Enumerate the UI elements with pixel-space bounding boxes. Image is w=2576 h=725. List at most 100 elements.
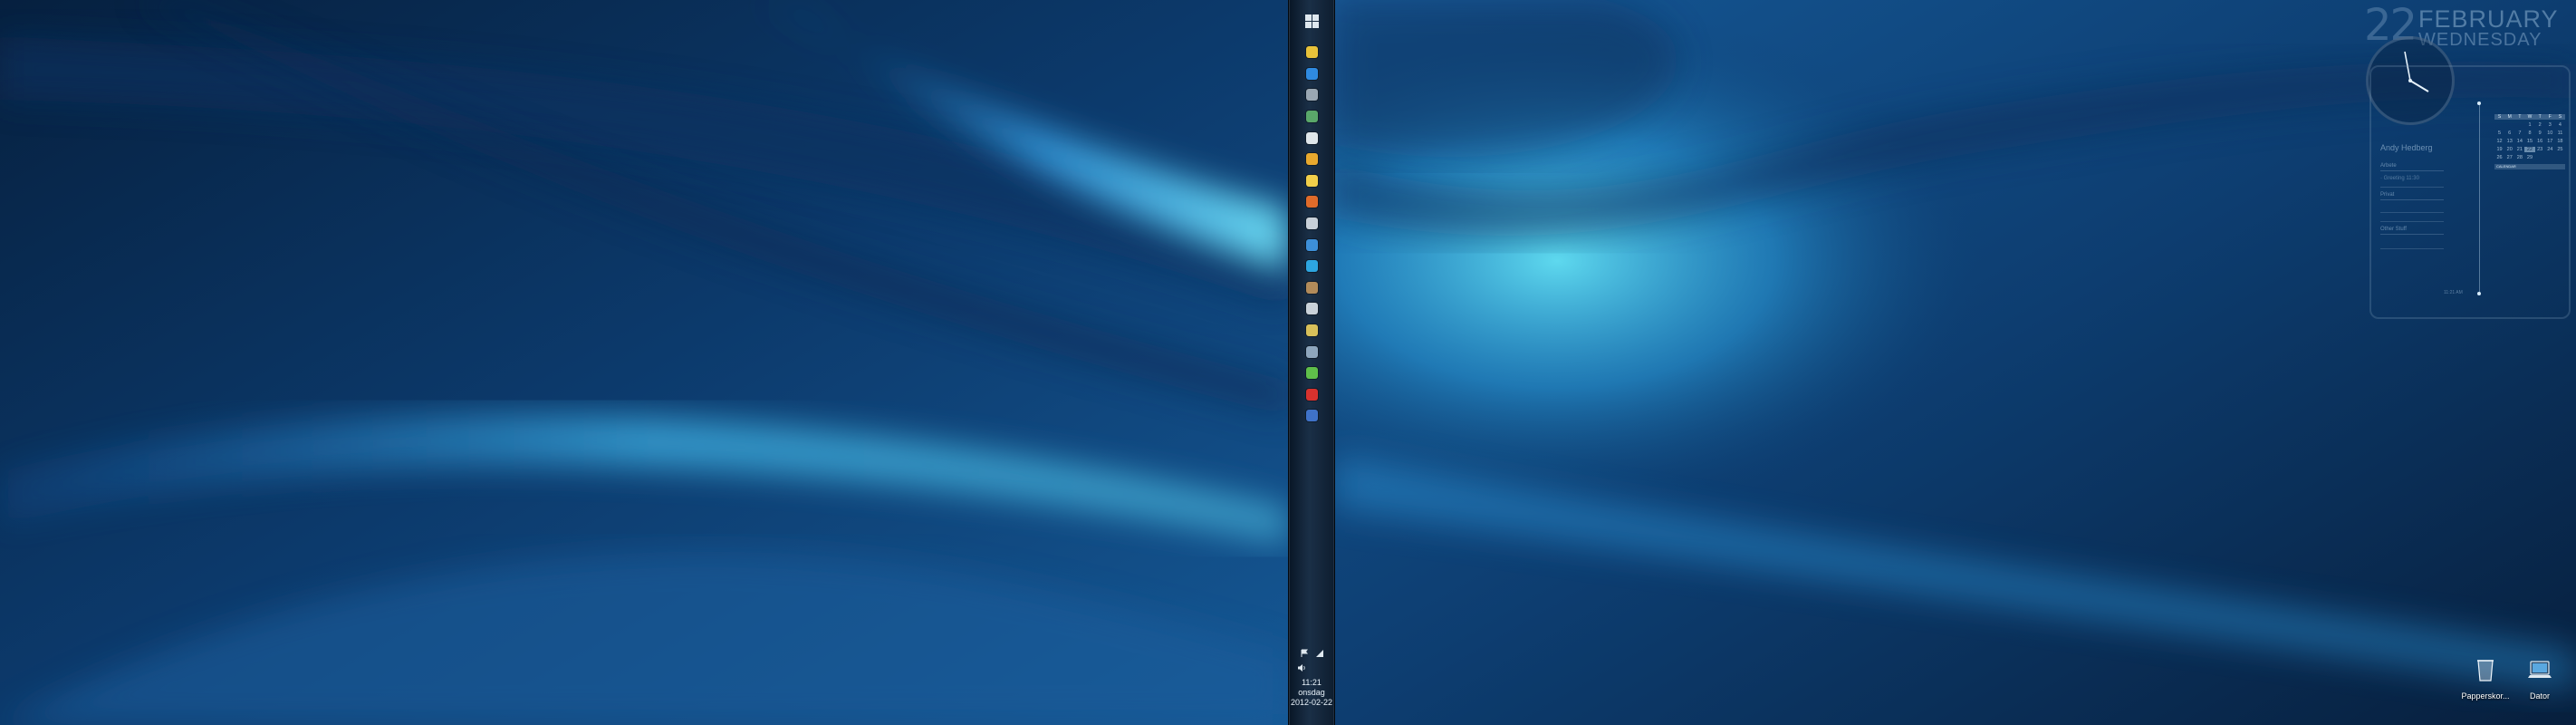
calendar-day[interactable]: 1 <box>2524 122 2534 128</box>
folder-icon <box>1305 153 1318 166</box>
calendar-day[interactable]: 21 <box>2514 147 2524 152</box>
calendar-day[interactable]: 25 <box>2555 147 2565 152</box>
mini-calendar: SMTWTFS 1 2 3 4 5 6 7 8 9 10 11 12 13 14 15 16 17 18 19 20 2… <box>2494 114 2565 169</box>
calendar-day[interactable]: 16 <box>2535 139 2545 144</box>
calendar-day[interactable]: 20 <box>2504 147 2514 152</box>
divider <box>2380 187 2444 188</box>
calendar-day[interactable]: 19 <box>2494 147 2504 152</box>
calendar-day[interactable]: 8 <box>2524 130 2534 136</box>
clock-time: 11:21 <box>1302 678 1322 687</box>
media-icon <box>1305 345 1318 358</box>
calendar-day[interactable]: 3 <box>2545 122 2555 128</box>
calendar-day[interactable]: 29 <box>2524 155 2534 160</box>
taskbar-button[interactable] <box>1289 384 1334 406</box>
taskbar-button[interactable] <box>1289 42 1334 63</box>
taskbar-button[interactable] <box>1289 170 1334 192</box>
section-other-stuff[interactable]: Other Stuff <box>2380 227 2444 235</box>
network-signal-icon[interactable] <box>1315 649 1324 658</box>
calendar-weekday: S <box>2558 114 2562 120</box>
divider <box>2380 221 2444 222</box>
calendar-day[interactable]: 14 <box>2514 139 2524 144</box>
lightning-icon <box>1305 131 1318 144</box>
calendar-footer[interactable]: CALENDAR <box>2494 164 2565 169</box>
calendar-weekday: M <box>2507 114 2512 120</box>
calendar-weekday: T <box>2538 114 2542 120</box>
calendar-day[interactable]: 9 <box>2535 130 2545 136</box>
acrobat-icon <box>1305 388 1318 401</box>
volume-icon[interactable] <box>1297 663 1306 672</box>
organizer-gadget: Andy Hedberg Arbete · Greeting 11:30 Pri… <box>2369 65 2571 319</box>
taskbar-button[interactable] <box>1289 234 1334 256</box>
taskbar-clock[interactable]: 11:21 onsdag 2012-02-22 <box>1289 678 1334 708</box>
paint-icon <box>1305 303 1318 315</box>
calendar-day[interactable]: 10 <box>2545 130 2555 136</box>
calendar-day[interactable]: 13 <box>2504 139 2514 144</box>
calendar-day <box>2494 122 2504 128</box>
calendar-day[interactable]: 6 <box>2504 130 2514 136</box>
date-month: FEBRUARY <box>2418 5 2559 33</box>
computer-label: Dator <box>2529 691 2550 701</box>
skype-icon <box>1305 260 1318 273</box>
notes-icon <box>1305 174 1318 187</box>
calendar-day[interactable]: 2 <box>2535 122 2545 128</box>
calendar-day[interactable]: 22 <box>2524 147 2535 152</box>
photo-viewer-icon <box>1305 111 1318 123</box>
taskbar: 11:21 onsdag 2012-02-22 <box>1288 0 1335 725</box>
taskbar-button[interactable] <box>1289 106 1334 128</box>
calendar-day[interactable]: 18 <box>2555 139 2565 144</box>
calendar-day <box>2504 122 2514 128</box>
calendar-day[interactable]: 17 <box>2545 139 2555 144</box>
computer-shortcut[interactable]: Dator <box>2513 656 2567 701</box>
calendar-day[interactable]: 23 <box>2535 147 2545 152</box>
calendar-days: 1 2 3 4 5 6 7 8 9 10 11 12 13 14 15 16 17 18 19 20 21 22 23 24 2… <box>2494 122 2565 160</box>
taskbar-button[interactable] <box>1289 341 1334 362</box>
app-icon <box>1305 281 1318 294</box>
taskbar-button[interactable] <box>1289 63 1334 85</box>
calendar-day[interactable]: 26 <box>2494 155 2504 160</box>
notification-area: 11:21 onsdag 2012-02-22 <box>1289 649 1334 708</box>
divider <box>2380 248 2444 249</box>
recycle-bin-icon <box>2477 660 2494 682</box>
section-privat[interactable]: Privat <box>2380 192 2444 200</box>
calendar-day[interactable]: 15 <box>2524 139 2534 144</box>
divider <box>2380 212 2444 213</box>
section-arbete[interactable]: Arbete <box>2380 163 2444 171</box>
explorer-icon <box>1305 67 1318 80</box>
calendar-day[interactable]: 12 <box>2494 139 2504 144</box>
section-item[interactable]: · Greeting 11:30 <box>2380 176 2419 181</box>
calendar-day[interactable]: 5 <box>2494 130 2504 136</box>
dropbox-icon <box>1305 238 1318 251</box>
timeline <box>2479 103 2480 294</box>
calendar-day[interactable]: 11 <box>2555 130 2565 136</box>
calendar-weekday: F <box>2548 114 2552 120</box>
desktop-wallpaper-left <box>0 0 1288 725</box>
taskbar-button[interactable] <box>1289 127 1334 149</box>
recycle-bin-label: Papperskor... <box>2461 691 2510 701</box>
organizer-time: 11:21 AM <box>2444 290 2463 295</box>
taskbar-button[interactable] <box>1289 256 1334 277</box>
taskbar-button[interactable] <box>1289 298 1334 320</box>
calendar-day <box>2514 122 2524 128</box>
action-center-flag-icon[interactable] <box>1300 649 1309 658</box>
taskbar-button[interactable] <box>1289 277 1334 299</box>
taskbar-button[interactable] <box>1289 320 1334 342</box>
calendar-day[interactable]: 4 <box>2555 122 2565 128</box>
taskbar-button[interactable] <box>1289 362 1334 384</box>
firefox-icon <box>1305 196 1318 208</box>
taskbar-button[interactable] <box>1289 191 1334 213</box>
taskbar-button[interactable] <box>1289 213 1334 235</box>
pinned-apps <box>1289 42 1334 427</box>
calendar-day[interactable]: 24 <box>2545 147 2555 152</box>
taskbar-button[interactable] <box>1289 84 1334 106</box>
calendar-day[interactable]: 28 <box>2514 155 2524 160</box>
taskbar-button[interactable] <box>1289 149 1334 170</box>
calendar-weekday: T <box>2518 114 2522 120</box>
clock-weekday: onsdag <box>1298 688 1325 697</box>
calendar-weekday: W <box>2527 114 2533 120</box>
calendar-day[interactable]: 27 <box>2504 155 2514 160</box>
start-button[interactable] <box>1300 9 1323 33</box>
calendar-day[interactable]: 7 <box>2514 130 2524 136</box>
calculator-icon <box>1305 89 1318 102</box>
recycle-bin-shortcut[interactable]: Papperskor... <box>2458 656 2513 701</box>
taskbar-button[interactable] <box>1289 405 1334 427</box>
